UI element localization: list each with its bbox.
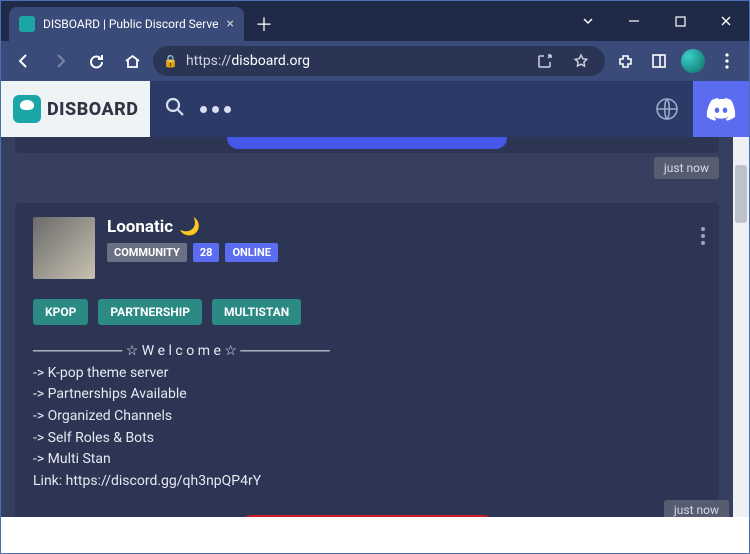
tag-partnership[interactable]: PARTNERSHIP: [98, 299, 202, 325]
bookmark-icon[interactable]: [567, 47, 595, 75]
address-bar[interactable]: 🔒 https://disboard.org: [153, 46, 605, 76]
browser-toolbar: 🔒 https://disboard.org: [1, 41, 749, 81]
badge-member-count: 28: [193, 243, 220, 262]
server-card: Loonatic 🌙 COMMUNITY 28 ONLINE KPOP PARTN…: [15, 203, 719, 517]
language-icon[interactable]: [647, 89, 687, 129]
server-title[interactable]: Loonatic 🌙: [107, 217, 278, 237]
timestamp-badge: just now: [654, 157, 719, 179]
new-tab-button[interactable]: ＋: [250, 10, 278, 38]
description-line: -> Self Roles & Bots: [33, 428, 701, 450]
close-tab-icon[interactable]: ×: [226, 16, 233, 32]
description-line: ───────── ☆ W e l c o m e ☆ ─────────: [33, 341, 701, 363]
extensions-icon[interactable]: [611, 47, 639, 75]
search-icon[interactable]: [164, 96, 186, 123]
timestamp-badge-bottom: just now: [664, 500, 729, 517]
url-text: https://disboard.org: [186, 53, 523, 69]
server-badges: COMMUNITY 28 ONLINE: [107, 243, 278, 262]
join-server-button[interactable]: JOIN THIS SERVER: [231, 515, 503, 517]
browser-tabstrip: DISBOARD | Public Discord Serve × ＋: [1, 1, 749, 41]
chevron-down-icon[interactable]: [565, 5, 611, 37]
share-icon[interactable]: [531, 47, 559, 75]
card-menu-icon[interactable]: [701, 227, 705, 245]
tag-list: KPOP PARTNERSHIP MULTISTAN: [33, 299, 701, 325]
more-options-icon[interactable]: [200, 106, 231, 113]
site-header: DISBOARD: [1, 81, 749, 137]
scrollbar-track[interactable]: [733, 137, 749, 517]
discord-icon: [706, 97, 736, 121]
tag-kpop[interactable]: KPOP: [33, 299, 88, 325]
maximize-button[interactable]: [657, 5, 703, 37]
description-line: Link: https://discord.gg/qh3npQP4rY: [33, 471, 701, 493]
tab-favicon-icon: [19, 16, 35, 32]
discord-login-button[interactable]: [693, 81, 749, 137]
moon-emoji-icon: 🌙: [179, 217, 200, 237]
close-window-button[interactable]: [703, 5, 749, 37]
brand-name: DISBOARD: [47, 99, 138, 120]
forward-button[interactable]: [45, 46, 75, 76]
server-description: ───────── ☆ W e l c o m e ☆ ─────────-> …: [33, 341, 701, 493]
server-thumbnail[interactable]: [33, 217, 95, 279]
disboard-logo-icon: [13, 95, 41, 123]
tab-title: DISBOARD | Public Discord Serve: [43, 17, 218, 31]
back-button[interactable]: [9, 46, 39, 76]
badge-community: COMMUNITY: [107, 243, 187, 262]
scrollbar-thumb[interactable]: [735, 165, 747, 223]
description-line: -> K-pop theme server: [33, 363, 701, 385]
profile-avatar[interactable]: [679, 47, 707, 75]
description-line: -> Partnerships Available: [33, 384, 701, 406]
previous-card-bottom: [15, 137, 719, 153]
browser-tab[interactable]: DISBOARD | Public Discord Serve ×: [9, 7, 244, 41]
sidepanel-icon[interactable]: [645, 47, 673, 75]
kebab-menu-icon[interactable]: [713, 47, 741, 75]
home-button[interactable]: [117, 46, 147, 76]
badge-online: ONLINE: [225, 243, 277, 262]
tag-multistan[interactable]: MULTISTAN: [212, 299, 301, 325]
reload-button[interactable]: [81, 46, 111, 76]
brand-logo[interactable]: DISBOARD: [1, 81, 150, 137]
description-line: -> Multi Stan: [33, 449, 701, 471]
description-line: -> Organized Channels: [33, 406, 701, 428]
page-content: just now Loonatic 🌙 COMMUNITY 28 ONLINE: [1, 137, 749, 517]
minimize-button[interactable]: [611, 5, 657, 37]
lock-icon: 🔒: [163, 54, 178, 68]
